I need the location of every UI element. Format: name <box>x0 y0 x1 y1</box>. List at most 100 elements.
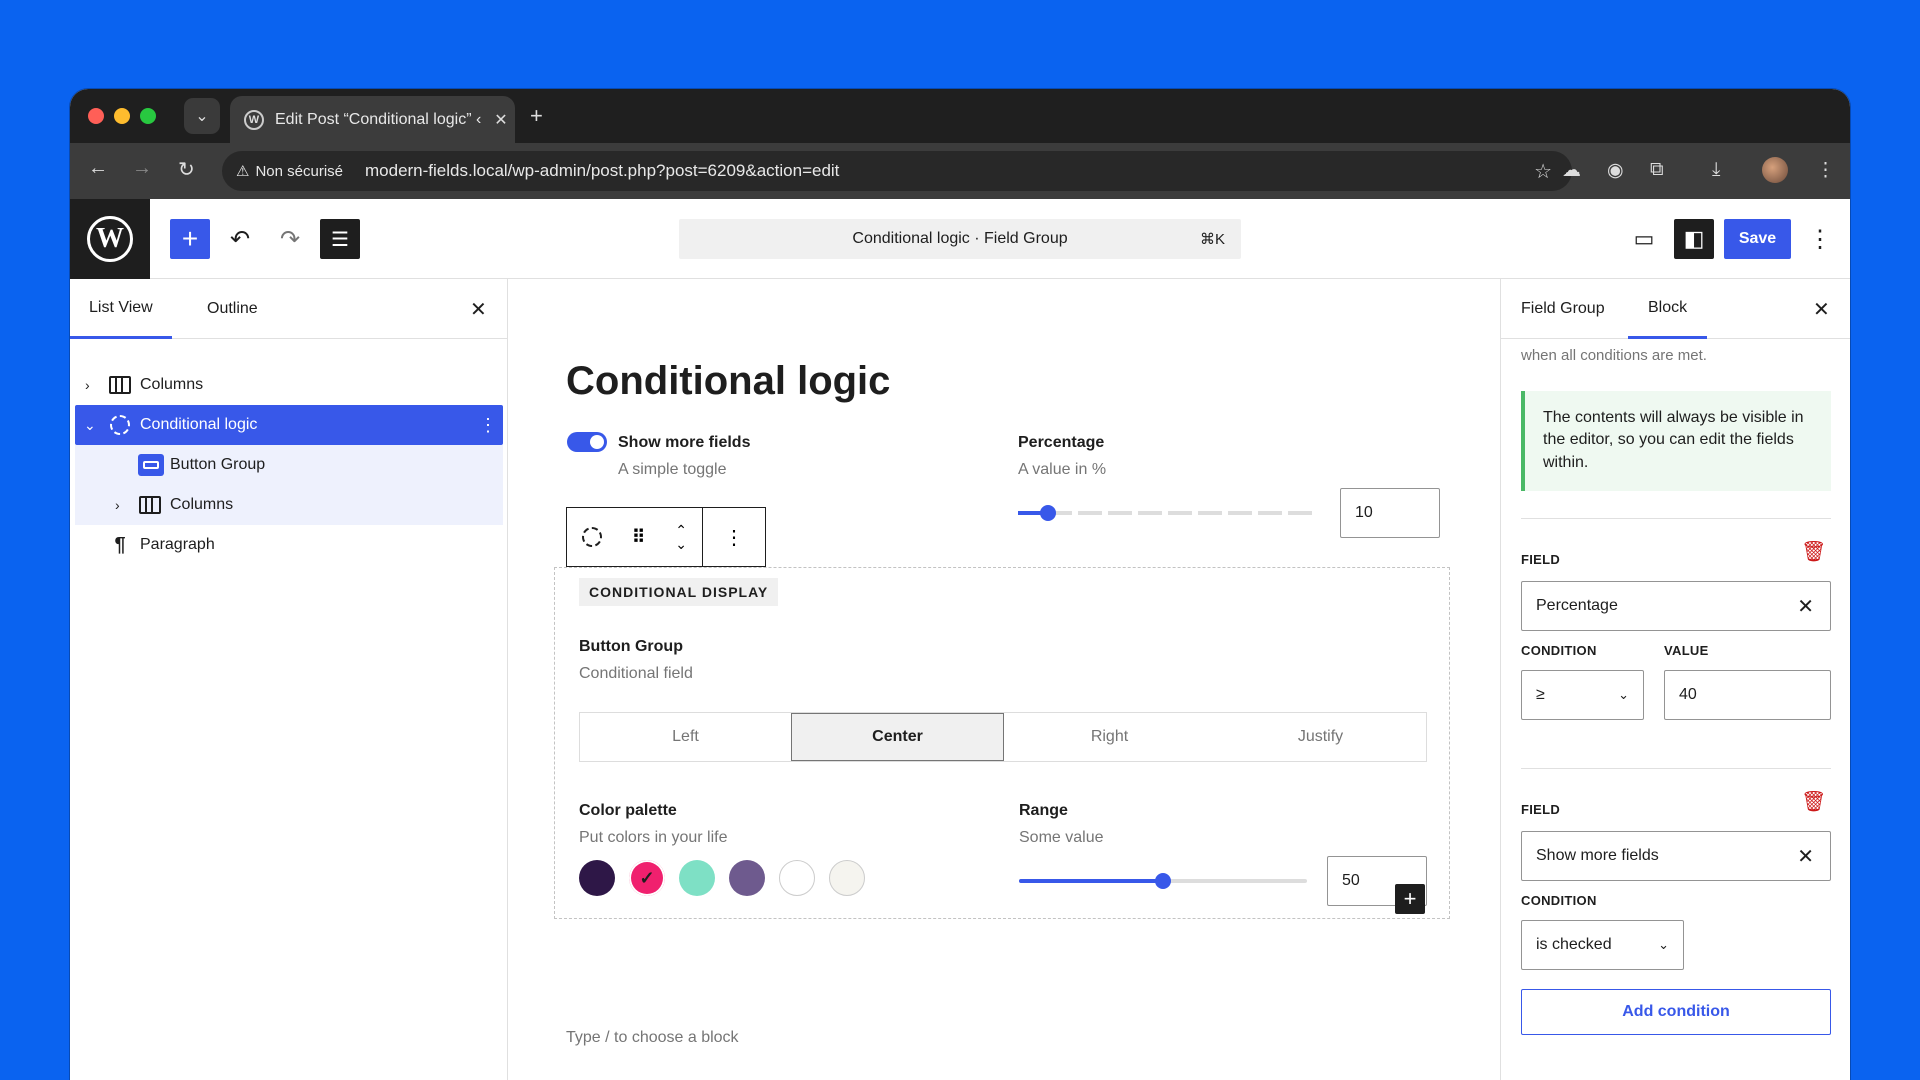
color-swatch[interactable] <box>679 860 715 896</box>
chevron-right-icon[interactable]: › <box>115 497 120 513</box>
list-view-tabs: List View Outline ✕ <box>70 279 507 339</box>
field-caption-1: FIELD <box>1521 552 1561 567</box>
url-text[interactable]: modern-fields.local/wp-admin/post.php?po… <box>365 161 839 181</box>
percentage-number-input[interactable]: 10 <box>1340 488 1440 538</box>
condition-caption-2: CONDITION <box>1521 893 1597 908</box>
condition-intro-text: when all conditions are met. <box>1521 347 1707 364</box>
tab-search-chevron-down-icon[interactable]: ⌄ <box>184 98 220 134</box>
chevron-right-icon[interactable]: › <box>85 377 90 393</box>
list-item-columns[interactable]: › Columns <box>75 365 503 405</box>
bookmark-star-icon[interactable]: ☆ <box>1534 159 1552 184</box>
extensions-puzzle-icon[interactable]: ⧉ <box>1650 159 1664 181</box>
chevron-down-icon[interactable]: ⌄ <box>84 417 96 434</box>
condition-operator-value: is checked <box>1536 936 1612 953</box>
close-panel-icon[interactable]: ✕ <box>470 297 487 322</box>
color-swatch[interactable] <box>829 860 865 896</box>
range-slider-thumb[interactable] <box>1155 873 1171 889</box>
range-slider-fill <box>1019 879 1163 883</box>
back-arrow-icon[interactable]: ← <box>88 157 108 180</box>
color-swatch[interactable] <box>779 860 815 896</box>
tab-list-view[interactable]: List View <box>70 279 172 339</box>
omnibox[interactable]: ⚠ Non sécurisé modern-fields.local/wp-adm… <box>222 151 1572 191</box>
paragraph-pilcrow-icon: ¶ <box>114 533 126 556</box>
list-item-label: Columns <box>140 376 204 393</box>
color-swatch[interactable]: ✓ <box>629 860 665 896</box>
security-warning[interactable]: ⚠ Non sécurisé <box>236 162 343 181</box>
condition-operator-value: ≥ <box>1536 686 1545 703</box>
inline-inserter-plus-icon[interactable]: + <box>1395 884 1425 914</box>
close-window-dot[interactable] <box>88 108 104 124</box>
move-up-down-icon[interactable]: ⌃ ⌄ <box>675 523 687 551</box>
browser-tab[interactable]: W Edit Post “Conditional logic” ‹ ✕ <box>230 96 515 143</box>
clear-field-close-icon[interactable]: ✕ <box>1797 594 1814 619</box>
percentage-slider-thumb[interactable] <box>1040 505 1056 521</box>
options-kebab-icon[interactable]: ⋮ <box>1800 219 1840 259</box>
redo-icon[interactable]: ↷ <box>270 219 310 259</box>
save-button[interactable]: Save <box>1724 219 1791 259</box>
wordpress-logo-icon[interactable]: W <box>70 199 150 279</box>
delete-condition-trash-icon[interactable]: 🗑 <box>1801 789 1826 814</box>
show-more-fields-toggle[interactable] <box>567 432 607 452</box>
list-item-columns-nested[interactable]: › Columns <box>75 485 503 525</box>
maximize-window-dot[interactable] <box>140 108 156 124</box>
block-more-options-icon[interactable]: ⋮ <box>703 508 765 566</box>
block-options-kebab-icon[interactable]: ⋮ <box>479 415 497 436</box>
minimize-window-dot[interactable] <box>114 108 130 124</box>
condition-field-select-1[interactable]: Percentage ✕ <box>1521 581 1831 631</box>
new-tab-plus-icon[interactable]: + <box>530 103 543 129</box>
condition-operator-select-1[interactable]: ≥ ⌄ <box>1521 670 1644 720</box>
divider <box>1521 518 1831 519</box>
conditional-display-tag: CONDITIONAL DISPLAY <box>579 578 779 606</box>
toggle-help: A simple toggle <box>618 461 727 478</box>
editor-canvas: Conditional logic Show more fields A sim… <box>508 279 1500 1080</box>
settings-sidebar: Field Group Block ✕ when all conditions … <box>1500 279 1850 1080</box>
drag-handle-icon[interactable]: ⠿ <box>632 527 645 548</box>
undo-icon[interactable]: ↶ <box>220 219 260 259</box>
condition-field-select-2[interactable]: Show more fields ✕ <box>1521 831 1831 881</box>
command-palette-label: Conditional logic · Field Group <box>852 230 1068 247</box>
tab-outline[interactable]: Outline <box>197 279 268 339</box>
chevron-down-icon: ⌄ <box>1658 937 1669 952</box>
percentage-help: A value in % <box>1018 461 1107 478</box>
toggle-label: Show more fields <box>618 434 751 451</box>
list-item-conditional-logic[interactable]: ⌄ Conditional logic ⋮ <box>75 405 503 445</box>
conditional-display-block[interactable]: CONDITIONAL DISPLAY Button Group Conditi… <box>554 567 1450 919</box>
button-group-option-center[interactable]: Center <box>791 713 1004 761</box>
close-settings-icon[interactable]: ✕ <box>1813 297 1830 322</box>
command-palette-button[interactable]: Conditional logic · Field Group ⌘K <box>679 219 1241 259</box>
block-placeholder[interactable]: Type / to choose a block <box>566 1029 739 1047</box>
browser-menu-kebab-icon[interactable]: ⋮ <box>1816 159 1835 182</box>
tab-block[interactable]: Block <box>1628 279 1708 339</box>
conditional-dashed-circle-icon <box>109 414 131 436</box>
condition-value-input-1[interactable]: 40 <box>1664 670 1831 720</box>
post-title[interactable]: Conditional logic <box>566 359 890 404</box>
button-group-option-right[interactable]: Right <box>1004 713 1215 761</box>
clear-field-close-icon[interactable]: ✕ <box>1797 844 1814 869</box>
color-swatch[interactable] <box>579 860 615 896</box>
tab-field-group[interactable]: Field Group <box>1501 279 1625 339</box>
button-group-option-justify[interactable]: Justify <box>1215 713 1426 761</box>
block-type-dashed-circle-icon[interactable] <box>582 527 602 547</box>
browser-tab-bar: ⌄ W Edit Post “Conditional logic” ‹ ✕ + <box>70 89 1850 143</box>
download-icon[interactable]: ⤓ <box>1712 159 1720 181</box>
user-avatar[interactable] <box>1762 157 1788 183</box>
tab-close-icon[interactable]: ✕ <box>487 110 515 130</box>
button-group-option-left[interactable]: Left <box>580 713 791 761</box>
color-swatch[interactable] <box>729 860 765 896</box>
add-condition-button[interactable]: Add condition <box>1521 989 1831 1035</box>
cloud-extension-icon[interactable]: ☁ <box>1562 159 1581 182</box>
condition-caption-1: CONDITION <box>1521 643 1597 658</box>
percentage-label: Percentage <box>1018 434 1105 451</box>
document-overview-icon[interactable]: ☰ <box>320 219 360 259</box>
settings-sidebar-icon[interactable]: ◧ <box>1674 219 1714 259</box>
device-preview-laptop-icon[interactable]: ▭ <box>1624 219 1664 259</box>
list-item-paragraph[interactable]: ¶ Paragraph <box>75 525 503 565</box>
delete-condition-trash-icon[interactable]: 🗑 <box>1801 539 1826 564</box>
list-item-button-group[interactable]: Button Group <box>75 445 503 485</box>
block-inserter-plus-icon[interactable]: + <box>170 219 210 259</box>
condition-operator-select-2[interactable]: is checked ⌄ <box>1521 920 1684 970</box>
profile-extension-icon[interactable]: ◉ <box>1607 159 1624 182</box>
percentage-slider-track[interactable] <box>1018 511 1318 515</box>
reload-icon[interactable]: ↻ <box>178 157 195 182</box>
forward-arrow-icon[interactable]: → <box>132 157 152 180</box>
